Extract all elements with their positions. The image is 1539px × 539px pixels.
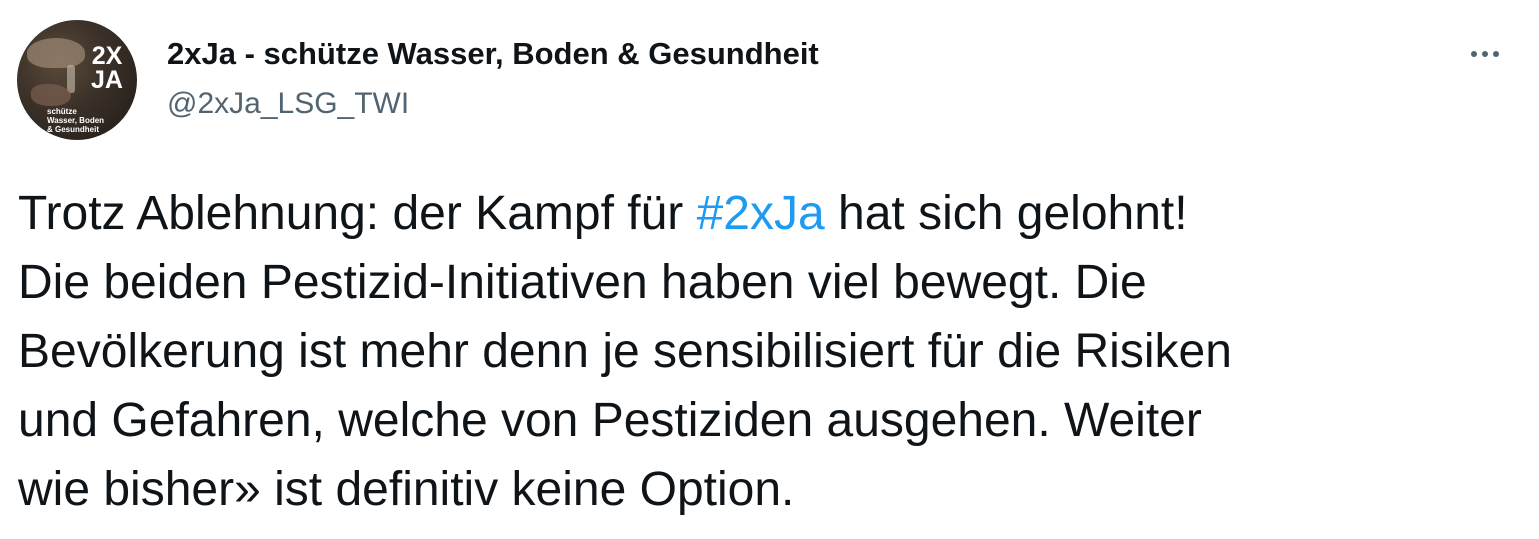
author-display-name[interactable]: 2xJa - schütze Wasser, Boden & Gesundhei… bbox=[167, 36, 819, 72]
tweet-text-line: wie bisher» ist definitiv keine Option. bbox=[18, 463, 795, 516]
avatar-logo-line2: JA bbox=[91, 66, 123, 94]
avatar-logo: 2X JA bbox=[81, 42, 133, 94]
tweet: 2X JA schütze Wasser, Boden & Gesundheit… bbox=[0, 0, 1539, 539]
more-options-button[interactable] bbox=[1462, 36, 1508, 72]
avatar-logo-subtitle: schütze Wasser, Boden & Gesundheit bbox=[47, 107, 111, 134]
avatar-photo-soil bbox=[31, 84, 71, 106]
tweet-text-segment: Trotz Ablehnung: der Kampf für bbox=[18, 187, 697, 240]
hashtag-link[interactable]: #2xJa bbox=[697, 187, 825, 240]
author-handle[interactable]: @2xJa_LSG_TWI bbox=[167, 86, 409, 122]
avatar-logo-subtitle-line1: schütze bbox=[47, 107, 77, 116]
avatar-photo-water bbox=[67, 65, 75, 93]
avatar[interactable]: 2X JA schütze Wasser, Boden & Gesundheit bbox=[17, 20, 137, 140]
tweet-text: Trotz Ablehnung: der Kampf für #2xJa hat… bbox=[18, 179, 1518, 524]
tweet-text-line: Trotz Ablehnung: der Kampf für #2xJa hat… bbox=[18, 179, 1518, 248]
avatar-logo-subtitle-line2: Wasser, Boden bbox=[47, 116, 105, 125]
tweet-text-line: Bevölkerung ist mehr denn je sensibilisi… bbox=[18, 325, 1232, 378]
tweet-text-line: Die beiden Pestizid-Initiativen haben vi… bbox=[18, 256, 1147, 309]
more-horizontal-icon-dot bbox=[1482, 51, 1488, 57]
avatar-logo-line1: 2X bbox=[91, 42, 123, 70]
avatar-logo-subtitle-line3: & Gesundheit bbox=[47, 125, 100, 134]
tweet-text-segment: hat sich gelohnt! bbox=[824, 187, 1188, 240]
avatar-photo-hand bbox=[27, 38, 85, 68]
tweet-text-line: und Gefahren, welche von Pestiziden ausg… bbox=[18, 394, 1202, 447]
more-horizontal-icon-dot bbox=[1493, 51, 1499, 57]
more-horizontal-icon bbox=[1471, 51, 1477, 57]
